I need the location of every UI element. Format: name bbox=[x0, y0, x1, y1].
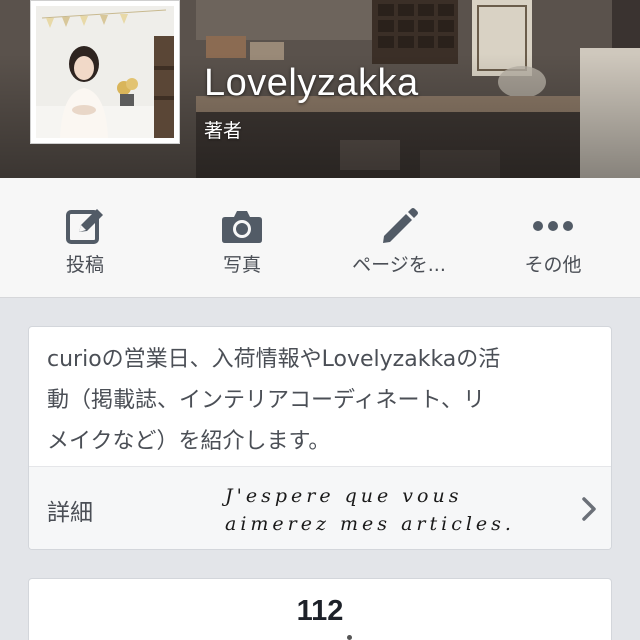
chevron-right-icon bbox=[582, 497, 596, 521]
cover-photo[interactable]: Lovelyzakka 著者 bbox=[0, 0, 640, 178]
about-line: 動（掲載誌、インテリアコーディネート、リ bbox=[47, 388, 486, 413]
about-description: curioの営業日、入荷情報やLovelyzakkaの活 動（掲載誌、インテリア… bbox=[29, 327, 611, 462]
profile-picture[interactable] bbox=[30, 0, 180, 144]
action-bar: 投稿 写真 ページを... その他 bbox=[0, 178, 640, 298]
page-category: 著者 bbox=[204, 120, 243, 142]
photo-button[interactable]: 写真 bbox=[167, 178, 317, 298]
post-label: 投稿 bbox=[65, 254, 104, 276]
page-name[interactable]: Lovelyzakka bbox=[204, 62, 419, 105]
about-line: メイクなど）を紹介します。 bbox=[47, 429, 331, 454]
about-line: curioの営業日、入荷情報やLovelyzakkaの活 bbox=[47, 347, 501, 372]
details-label: 詳細 bbox=[47, 500, 93, 526]
about-card: curioの営業日、入荷情報やLovelyzakkaの活 動（掲載誌、インテリア… bbox=[28, 326, 612, 550]
photo-label: 写真 bbox=[222, 254, 261, 276]
camera-icon bbox=[222, 211, 262, 243]
script-tagline-line2: aimerez mes articles. bbox=[225, 513, 515, 535]
pencil-icon bbox=[383, 208, 418, 243]
edit-page-button[interactable]: ページを... bbox=[322, 178, 476, 298]
more-button[interactable]: その他 bbox=[478, 178, 628, 298]
details-row[interactable]: 詳細 J'espere que vous aimerez mes article… bbox=[29, 466, 611, 549]
post-button[interactable]: 投稿 bbox=[10, 178, 160, 298]
stats-card[interactable]: 112 bbox=[28, 578, 612, 640]
more-label: その他 bbox=[524, 254, 582, 276]
script-tagline-line1: J'espere que vous bbox=[225, 485, 463, 507]
profile-photo bbox=[36, 6, 174, 138]
stat-indicator bbox=[347, 635, 352, 640]
more-dots-icon bbox=[533, 221, 573, 231]
compose-icon bbox=[66, 209, 103, 244]
edit-page-label: ページを... bbox=[352, 254, 446, 276]
stat-value: 112 bbox=[296, 595, 344, 627]
